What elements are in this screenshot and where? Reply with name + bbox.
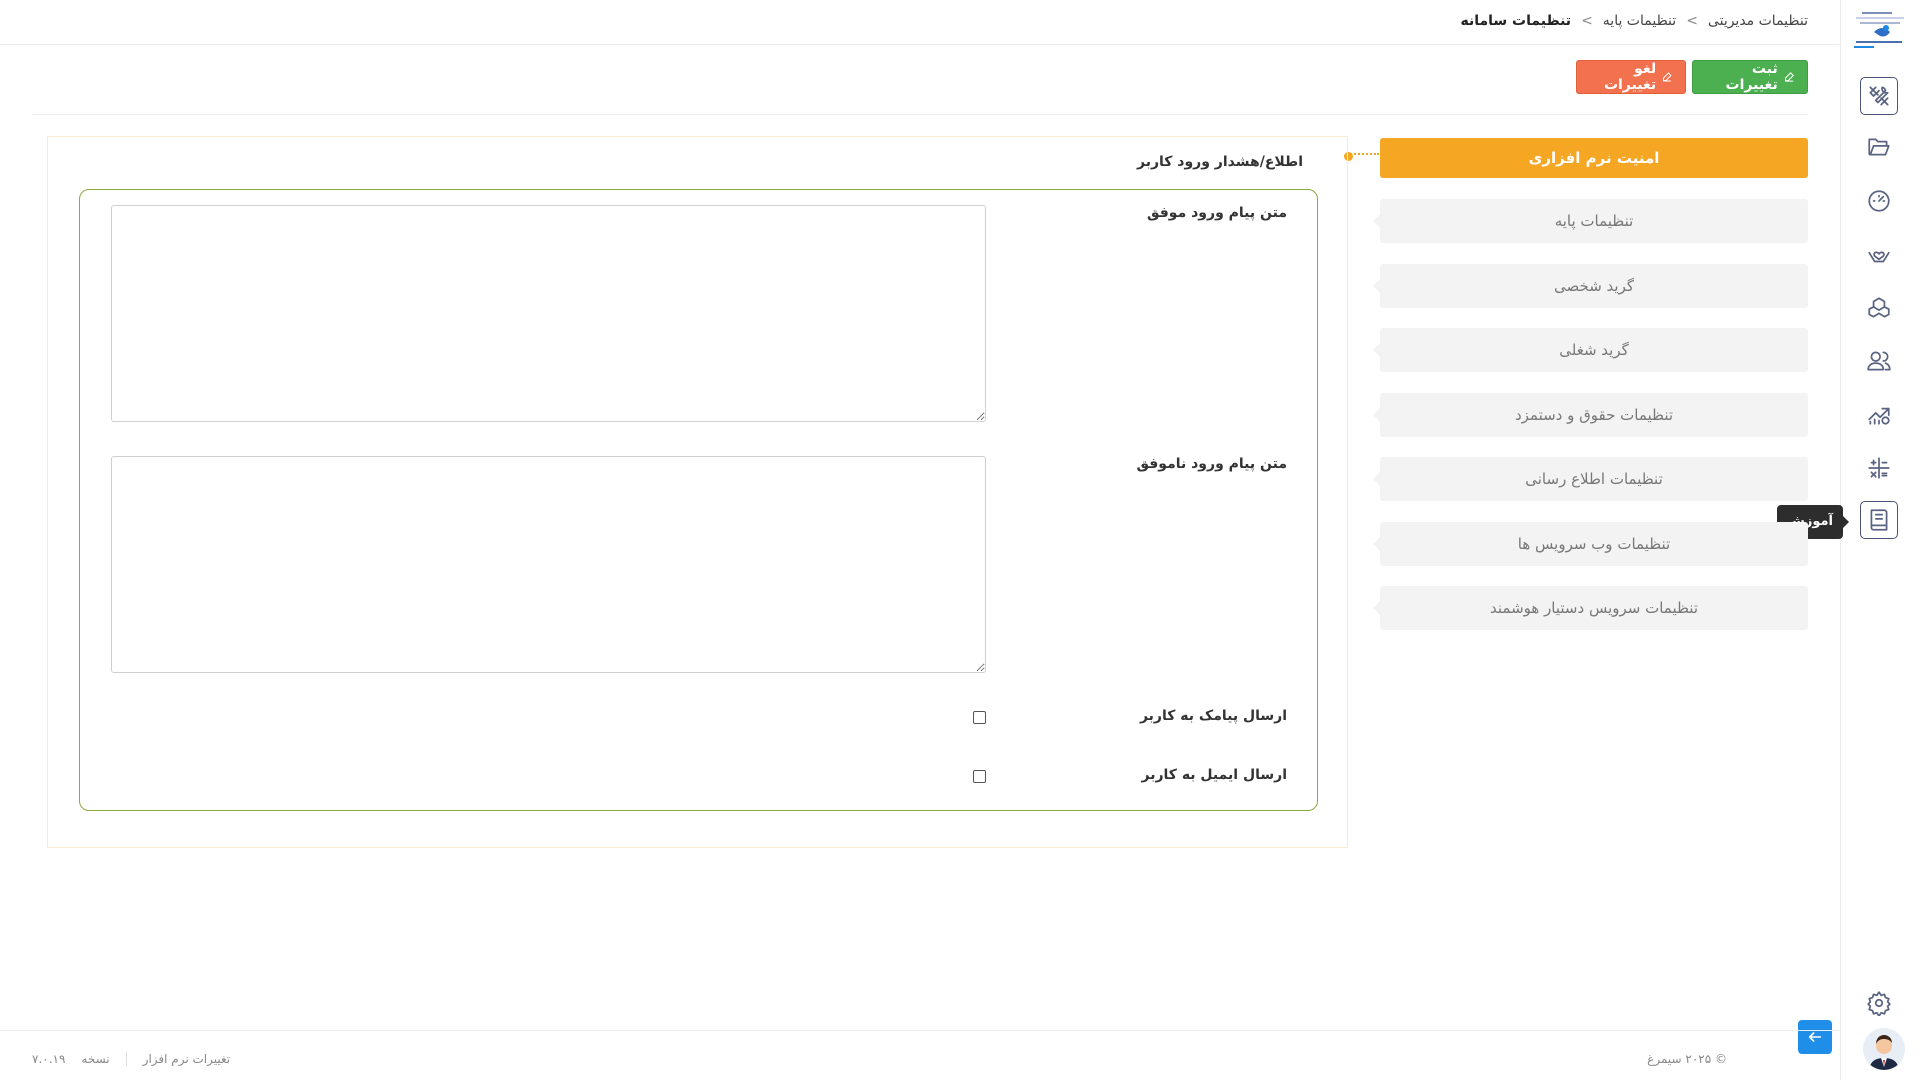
save-changes-button[interactable]: ثبت تغییرات [1692,60,1808,94]
panel-title: اطلاع/هشدار ورود کاربر [1136,154,1303,170]
failure-message-textarea[interactable] [111,456,986,673]
sms-checkbox[interactable] [973,711,986,724]
email-checkbox[interactable] [973,770,986,783]
app-logo[interactable] [1852,8,1908,52]
breadcrumb-item-admin[interactable]: تنظیمات مدیریتی [1708,13,1808,29]
footer-divider [125,1052,127,1066]
version-label: نسخه [81,1052,110,1066]
version-value: ۷.۰.۱۹ [32,1052,66,1066]
failure-message-label: متن پیام ورود ناموفق [1136,456,1288,472]
content-panel: اطلاع/هشدار ورود کاربر متن پیام ورود موف… [47,136,1348,848]
tools-icon[interactable] [1860,77,1898,115]
menu-item-notification-settings[interactable]: تنظیمات اطلاع رسانی [1373,457,1808,501]
menu-item-base-settings[interactable]: تنظیمات پایه [1373,199,1808,243]
hand-heart-icon[interactable] [1860,236,1898,274]
menu-item-personal-grade[interactable]: گرید شخصی [1373,264,1808,308]
footer-meta: تغییرات نرم افزار نسخه ۷.۰.۱۹ [32,1052,230,1066]
chevron-right-icon: > [1581,13,1593,29]
cancel-changes-button[interactable]: لغو تغییرات [1576,60,1686,94]
menu-item-smart-assistant-settings[interactable]: تنظیمات سرویس دستیار هوشمند [1373,586,1808,630]
login-message-fieldset: متن پیام ورود موفق متن پیام ورود ناموفق … [79,189,1318,811]
settings-icon[interactable] [1860,984,1898,1022]
menu-item-webservice-settings[interactable]: تنظیمات وب سرویس ها [1373,522,1808,566]
success-message-textarea[interactable] [111,205,986,422]
breadcrumb-item-base[interactable]: تنظیمات پایه [1603,13,1676,29]
copyright: © ۲۰۲۵ سیمرغ [1647,1052,1727,1066]
book-icon[interactable] [1860,501,1898,539]
users-icon[interactable] [1860,342,1898,380]
boxes-icon[interactable] [1860,289,1898,327]
menu-item-job-grade[interactable]: گرید شغلی [1373,328,1808,372]
edit-icon [1784,72,1794,82]
success-message-label: متن پیام ورود موفق [1147,205,1287,221]
email-label: ارسال ایمیل به کاربر [1141,767,1287,783]
changes-link[interactable]: تغییرات نرم افزار [143,1052,230,1066]
chart-money-icon[interactable] [1860,395,1898,433]
menu-item-payroll-settings[interactable]: تنظیمات حقوق و دستمزد [1373,393,1808,437]
cancel-changes-label: لغو تغییرات [1603,61,1657,93]
breadcrumb: تنظیمات مدیریتی > تنظیمات پایه > تنظیمات… [1460,13,1808,29]
save-changes-label: ثبت تغییرات [1725,61,1778,93]
avatar[interactable] [1863,1028,1905,1070]
folder-icon[interactable] [1860,128,1898,166]
edit-icon [1663,72,1672,82]
footer: © ۲۰۲۵ سیمرغ تغییرات نرم افزار نسخه ۷.۰.… [0,1030,1839,1080]
dashboard-gauge-icon[interactable] [1860,182,1898,220]
chevron-right-icon: > [1686,13,1698,29]
sms-label: ارسال پیامک به کاربر [1139,708,1287,724]
menu-item-software-security[interactable]: امنیت نرم افزاری [1380,138,1808,178]
divider [32,114,1808,115]
calculator-icon[interactable] [1860,449,1898,487]
breadcrumb-current: تنظیمات سامانه [1460,13,1572,29]
icon-rail: آموزش [1776,0,1920,1080]
